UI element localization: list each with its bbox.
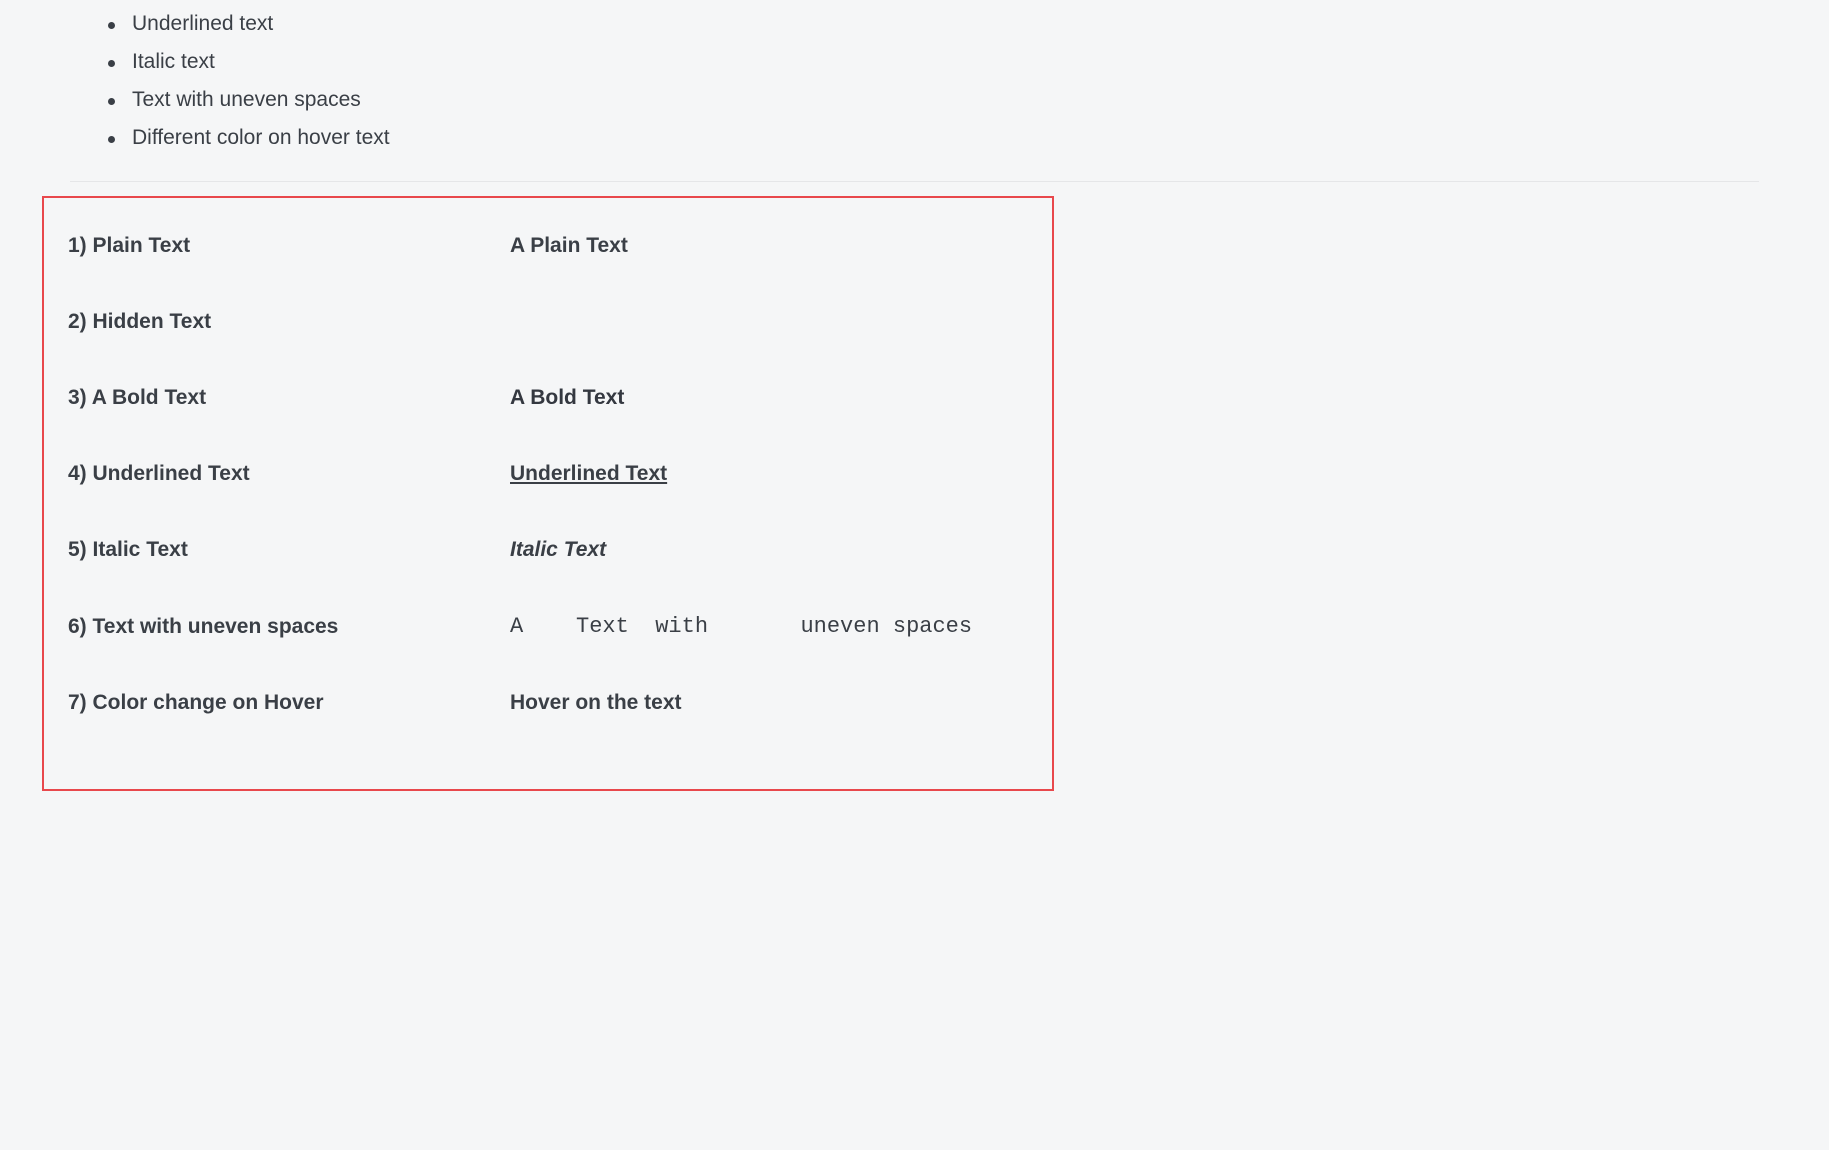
hover-text-value[interactable]: Hover on the text	[510, 691, 682, 715]
row-label: 4) Underlined Text	[68, 462, 510, 486]
plain-text-value: A Plain Text	[510, 234, 628, 258]
bullet-item: Different color on hover text	[108, 119, 1759, 157]
row-hidden-text: 2) Hidden Text	[68, 284, 1028, 360]
uneven-spaces-text-value: A Text with uneven spaces	[510, 614, 972, 639]
row-label: 7) Color change on Hover	[68, 691, 510, 715]
italic-text-value: Italic Text	[510, 538, 606, 562]
row-label: 1) Plain Text	[68, 234, 510, 258]
row-bold-text: 3) A Bold Text A Bold Text	[68, 360, 1028, 436]
divider	[70, 181, 1759, 182]
row-label: 6) Text with uneven spaces	[68, 615, 510, 639]
bold-text-value: A Bold Text	[510, 386, 624, 410]
row-italic-text: 5) Italic Text Italic Text	[68, 512, 1028, 588]
row-plain-text: 1) Plain Text A Plain Text	[68, 208, 1028, 284]
demo-box: 1) Plain Text A Plain Text 2) Hidden Tex…	[42, 196, 1054, 791]
bullet-item: Text with uneven spaces	[108, 81, 1759, 119]
underlined-text-value: Underlined Text	[510, 462, 667, 486]
row-uneven-spaces-text: 6) Text with uneven spaces A Text with u…	[68, 588, 1028, 665]
bullet-item: Italic text	[108, 43, 1759, 81]
row-label: 3) A Bold Text	[68, 386, 510, 410]
bullet-item: Underlined text	[108, 5, 1759, 43]
row-label: 2) Hidden Text	[68, 310, 510, 334]
row-label: 5) Italic Text	[68, 538, 510, 562]
row-hover-text: 7) Color change on Hover Hover on the te…	[68, 665, 1028, 741]
row-underlined-text: 4) Underlined Text Underlined Text	[68, 436, 1028, 512]
bullet-list: Underlined text Italic text Text with un…	[70, 5, 1759, 157]
